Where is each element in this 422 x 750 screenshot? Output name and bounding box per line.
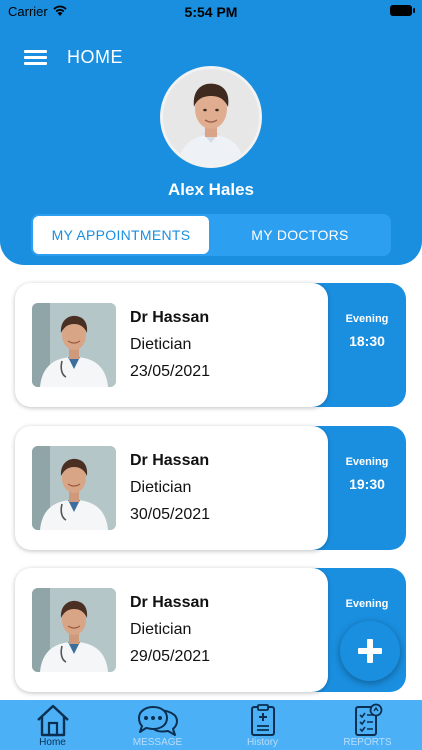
bottom-nav-home[interactable]: Home xyxy=(0,700,105,750)
bottom-nav-message-label: MESSAGE xyxy=(132,737,183,748)
appointment-card[interactable]: Dr Hassan Dietician 23/05/2021 Evening 1… xyxy=(15,283,406,407)
home-icon xyxy=(36,704,69,737)
appointment-details: Dr Hassan Dietician 30/05/2021 xyxy=(15,426,328,550)
status-time: 5:54 PM xyxy=(184,4,238,20)
appointment-card[interactable]: Dr Hassan Dietician 30/05/2021 Evening 1… xyxy=(15,426,406,550)
bottom-nav-reports-label: REPORTS xyxy=(343,737,392,748)
user-name: Alex Hales xyxy=(168,180,254,199)
appointment-details: Dr Hassan Dietician 23/05/2021 xyxy=(15,283,328,407)
appointment-time: 18:30 xyxy=(349,333,385,349)
bottom-nav-history-label: History xyxy=(246,737,279,748)
appointment-date: 29/05/2021 xyxy=(130,648,211,665)
chat-bubbles-icon xyxy=(137,706,178,736)
bottom-nav-home-label: Home xyxy=(39,737,66,748)
appointment-slot: Evening xyxy=(345,313,389,325)
profile-header: Carrier 5:54 PM HOME Alex Hales MY APPOI… xyxy=(0,0,422,265)
doctor-photo xyxy=(32,588,116,672)
doctor-name: Dr Hassan xyxy=(130,309,210,326)
appointment-date: 23/05/2021 xyxy=(130,363,211,380)
doctor-specialty: Dietician xyxy=(130,336,192,353)
hamburger-menu-icon[interactable] xyxy=(24,48,48,66)
doctor-specialty: Dietician xyxy=(130,479,192,496)
user-avatar[interactable] xyxy=(160,66,262,168)
doctor-name: Dr Hassan xyxy=(130,594,210,611)
tab-my-doctors[interactable]: MY DOCTORS xyxy=(211,216,389,254)
add-appointment-button[interactable] xyxy=(340,621,400,681)
status-bar: Carrier 5:54 PM xyxy=(0,0,422,24)
appointment-time: 19:30 xyxy=(349,476,385,492)
clipboard-plus-icon xyxy=(250,704,275,736)
appointment-slot: Evening xyxy=(345,456,389,468)
bottom-nav-history[interactable]: History xyxy=(210,700,315,750)
bottom-nav: Home MESSAGE History REPORTS xyxy=(0,700,422,750)
doctor-photo xyxy=(32,303,116,387)
tab-my-appointments[interactable]: MY APPOINTMENTS xyxy=(33,216,209,254)
doctor-name: Dr Hassan xyxy=(130,452,210,469)
appointment-details: Dr Hassan Dietician 29/05/2021 xyxy=(15,568,328,692)
doctor-specialty: Dietician xyxy=(130,621,192,638)
page-title: HOME xyxy=(67,47,123,67)
appointment-date: 30/05/2021 xyxy=(130,506,211,523)
appointment-slot: Evening xyxy=(345,598,389,610)
battery-icon xyxy=(390,5,415,16)
appointments-doctors-tabs: MY APPOINTMENTS MY DOCTORS xyxy=(31,214,391,256)
bottom-nav-reports[interactable]: REPORTS xyxy=(315,700,420,750)
doctor-photo xyxy=(32,446,116,530)
bottom-nav-message[interactable]: MESSAGE xyxy=(105,700,210,750)
report-checklist-icon xyxy=(354,703,382,736)
